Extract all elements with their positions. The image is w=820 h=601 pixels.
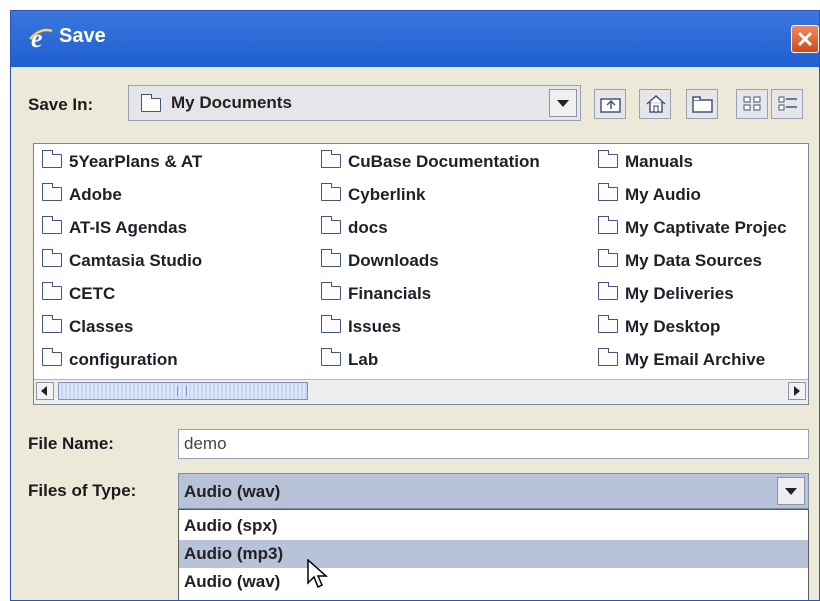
folder-icon	[41, 314, 62, 333]
svg-text:e: e	[31, 25, 43, 51]
option-audio-wav[interactable]: Audio (wav)	[179, 568, 808, 596]
mouse-pointer-icon	[307, 559, 328, 589]
list-item[interactable]: Camtasia Studio	[41, 248, 202, 271]
list-item[interactable]: My Captivate Projec	[597, 215, 787, 238]
list-item[interactable]: Adobe	[41, 182, 122, 205]
scroll-left-button[interactable]	[36, 382, 54, 400]
list-item[interactable]: My Desktop	[597, 314, 720, 337]
folder-icon	[320, 149, 341, 168]
folder-icon	[41, 281, 62, 300]
file-type-label: Files of Type:	[28, 481, 137, 500]
folder-icon	[320, 182, 341, 201]
folder-icon	[597, 314, 618, 333]
list-item[interactable]: My Deliveries	[597, 281, 734, 304]
folder-icon	[41, 347, 62, 366]
file-type-value: Audio (wav)	[184, 482, 281, 501]
folder-icon	[597, 215, 618, 234]
folder-icon	[41, 248, 62, 267]
list-item[interactable]: CuBase Documentation	[320, 149, 540, 172]
save-in-value: My Documents	[171, 93, 292, 112]
list-item[interactable]: Lab	[320, 347, 378, 370]
list-item[interactable]: My Email Archive	[597, 347, 765, 370]
list-item[interactable]: Downloads	[320, 248, 439, 271]
list-item[interactable]: Cyberlink	[320, 182, 425, 205]
folder-icon	[140, 94, 161, 112]
list-item[interactable]: Financials	[320, 281, 431, 304]
list-item[interactable]: Manuals	[597, 149, 693, 172]
close-icon	[797, 31, 813, 47]
option-audio-mp3[interactable]: Audio (mp3)	[179, 540, 808, 568]
list-view-icon	[743, 96, 761, 111]
folder-icon	[320, 248, 341, 267]
list-item[interactable]: AT-IS Agendas	[41, 215, 187, 238]
file-type-options: Audio (spx) Audio (mp3) Audio (wav)	[178, 509, 809, 600]
window-title: Save	[59, 25, 106, 47]
list-item[interactable]: Issues	[320, 314, 401, 337]
new-folder-icon	[692, 96, 713, 113]
home-button[interactable]	[639, 89, 671, 119]
folder-icon	[41, 215, 62, 234]
file-name-input[interactable]	[178, 429, 809, 459]
up-folder-button[interactable]	[594, 89, 626, 119]
scroll-thumb[interactable]	[58, 382, 308, 400]
file-type-dropdown[interactable]: Audio (wav)	[178, 473, 809, 509]
close-button[interactable]	[791, 25, 819, 53]
list-view-button[interactable]	[736, 89, 768, 119]
details-view-button[interactable]	[771, 89, 803, 119]
folder-icon	[320, 281, 341, 300]
up-folder-icon	[600, 98, 621, 113]
title-bar: e Save	[11, 11, 819, 67]
folder-icon	[597, 182, 618, 201]
list-item[interactable]: CETC	[41, 281, 115, 304]
details-view-icon	[778, 96, 797, 111]
option-audio-spx[interactable]: Audio (spx)	[179, 512, 808, 540]
list-item[interactable]: 5YearPlans & AT	[41, 149, 202, 172]
folder-icon	[597, 347, 618, 366]
folder-icon	[597, 248, 618, 267]
home-icon	[646, 94, 666, 113]
save-dialog: e Save Save In: My Documents 5YearPlans …	[10, 10, 820, 601]
list-item[interactable]: configuration	[41, 347, 178, 370]
file-name-label: File Name:	[28, 434, 114, 453]
folder-icon	[597, 281, 618, 300]
folder-icon	[597, 149, 618, 168]
list-item[interactable]: Classes	[41, 314, 133, 337]
save-in-dropdown[interactable]: My Documents	[128, 85, 581, 121]
chevron-down-icon[interactable]	[549, 89, 577, 117]
folder-icon	[320, 347, 341, 366]
list-item[interactable]: My Audio	[597, 182, 701, 205]
folder-icon	[320, 215, 341, 234]
list-item[interactable]: docs	[320, 215, 388, 238]
folder-icon	[41, 182, 62, 201]
horizontal-scrollbar[interactable]	[34, 379, 808, 404]
scroll-right-button[interactable]	[788, 382, 806, 400]
file-list[interactable]: 5YearPlans & AT Adobe AT-IS Agendas Camt…	[33, 143, 809, 405]
save-in-label: Save In:	[28, 95, 94, 114]
chevron-down-icon[interactable]	[777, 477, 805, 505]
scroll-grip-icon	[177, 386, 187, 396]
new-folder-button[interactable]	[686, 89, 718, 119]
list-item[interactable]: My Data Sources	[597, 248, 762, 271]
folder-icon	[41, 149, 62, 168]
folder-icon	[320, 314, 341, 333]
ie-logo-icon: e	[29, 25, 53, 51]
